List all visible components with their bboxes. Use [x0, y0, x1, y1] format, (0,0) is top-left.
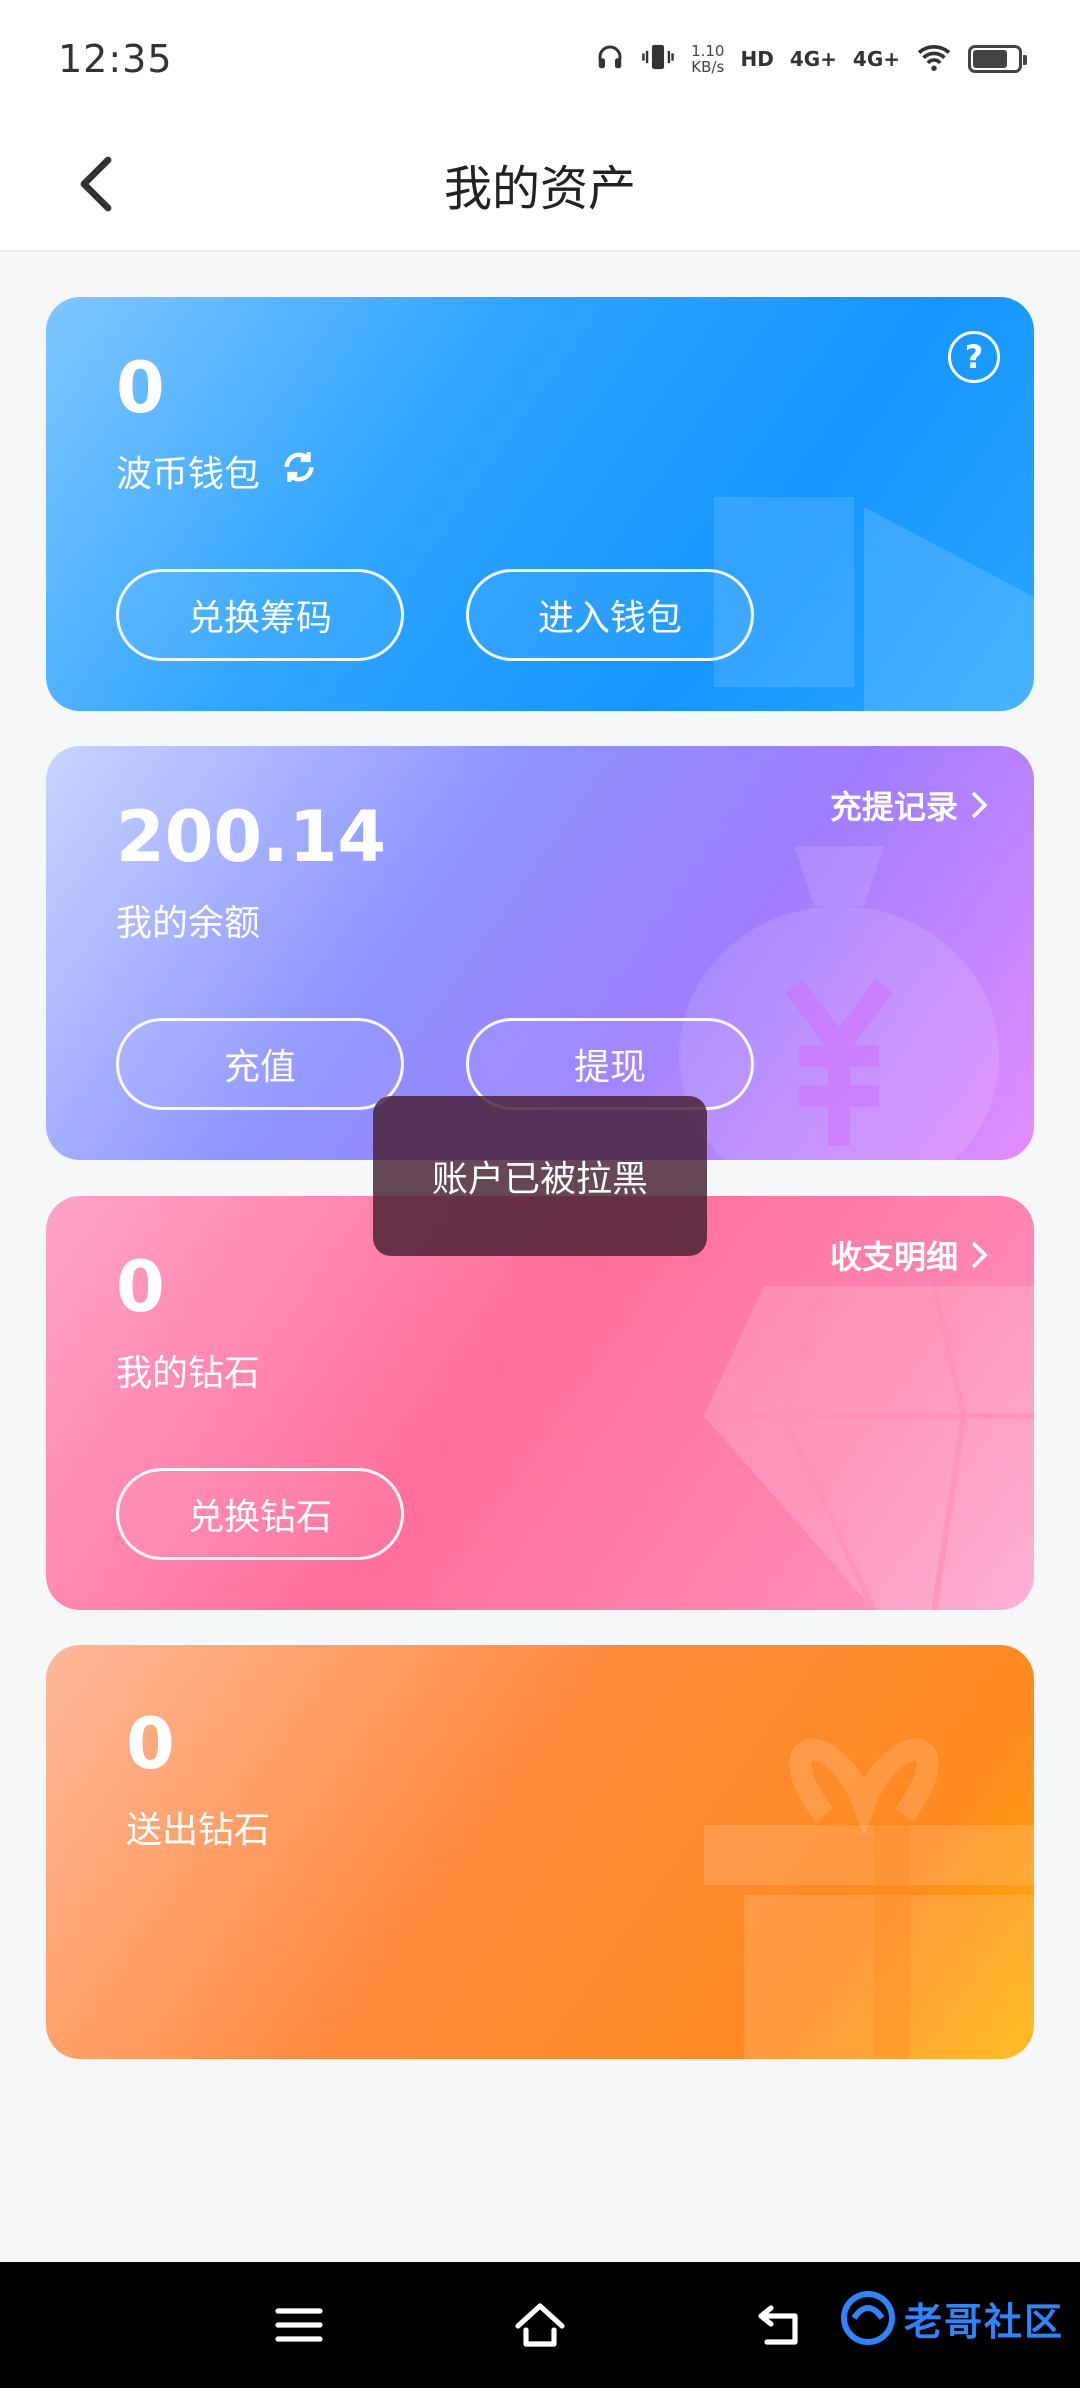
sent-diamonds-label: 送出钻石	[126, 1810, 271, 1851]
diamond-label: 我的钻石	[116, 1353, 261, 1394]
enter-wallet-button[interactable]: 进入钱包	[466, 569, 754, 661]
menu-icon	[275, 2308, 323, 2342]
hd-badge: HD	[740, 47, 774, 71]
diamond-label-row: 我的钻石	[116, 1344, 260, 1396]
battery-icon	[968, 45, 1027, 73]
sim1-signal: 4G+	[789, 47, 837, 71]
balance-label-row: 我的余额	[116, 894, 260, 946]
home-icon	[515, 2303, 565, 2347]
menu-nav-button[interactable]	[264, 2290, 334, 2360]
diamond-icon	[704, 1286, 1034, 1610]
toast-message: 账户已被拉黑	[373, 1096, 707, 1256]
headphones-icon	[595, 42, 625, 76]
income-expense-details-link[interactable]: 收支明细	[830, 1232, 988, 1278]
back-nav-button[interactable]	[745, 2290, 815, 2360]
watermark-text: 老哥社区	[903, 2299, 1064, 2344]
sent-diamonds-card: 0 送出钻石	[46, 1645, 1034, 2059]
page-title: 我的资产	[443, 161, 636, 217]
exchange-diamonds-button[interactable]: 兑换钻石	[116, 1468, 404, 1560]
wifi-icon	[916, 42, 952, 76]
wallet-label: 波币钱包	[116, 454, 261, 495]
system-navigation-bar: 老哥社区	[0, 2262, 1080, 2388]
diamond-value: 0	[116, 1246, 165, 1328]
records-link-label: 充提记录	[829, 788, 958, 826]
exchange-chips-button[interactable]: 兑换筹码	[116, 569, 404, 661]
details-link-label: 收支明细	[829, 1238, 958, 1276]
sent-diamonds-value: 0	[126, 1703, 175, 1785]
chevron-left-icon	[80, 156, 112, 212]
chevron-right-icon	[971, 791, 988, 819]
sent-diamonds-label-row: 送出钻石	[126, 1801, 270, 1853]
balance-value: 200.14	[116, 796, 387, 878]
status-time: 12:35	[58, 37, 173, 81]
wallet-decoration-icon	[714, 497, 1034, 711]
wallet-label-row: 波币钱包	[116, 445, 320, 497]
dragon-logo-icon	[840, 2291, 895, 2345]
back-button[interactable]	[56, 144, 136, 224]
net-speed-unit: KB/s	[691, 58, 725, 76]
app-header: 我的资产	[0, 118, 1080, 252]
vibrate-icon	[641, 42, 675, 76]
sim2-signal: 4G+	[852, 47, 900, 71]
status-bar: 12:35 1.10 KB/s HD 4G+ 4G+	[0, 0, 1080, 118]
gift-icon	[704, 1738, 1034, 2059]
recharge-button[interactable]: 充值	[116, 1018, 404, 1110]
watermark-logo: 老哥社区	[838, 2288, 1064, 2348]
money-bag-icon	[679, 846, 999, 1160]
refresh-icon[interactable]	[278, 446, 320, 497]
wallet-card: ? 0 波币钱包 兑换筹码 进入钱包	[46, 297, 1034, 711]
status-icons: 1.10 KB/s HD 4G+ 4G+	[595, 42, 1027, 76]
recharge-withdraw-records-link[interactable]: 充提记录	[830, 782, 988, 828]
help-icon[interactable]: ?	[948, 331, 1000, 383]
diamond-card: 收支明细 0 我的钻石 兑换钻石	[46, 1196, 1034, 1610]
wallet-value: 0	[116, 347, 165, 429]
back-arrow-icon	[758, 2305, 798, 2345]
home-nav-button[interactable]	[505, 2290, 575, 2360]
balance-label: 我的余额	[116, 903, 261, 944]
chevron-right-icon	[971, 1241, 988, 1269]
net-speed: 1.10 KB/s	[691, 43, 724, 75]
